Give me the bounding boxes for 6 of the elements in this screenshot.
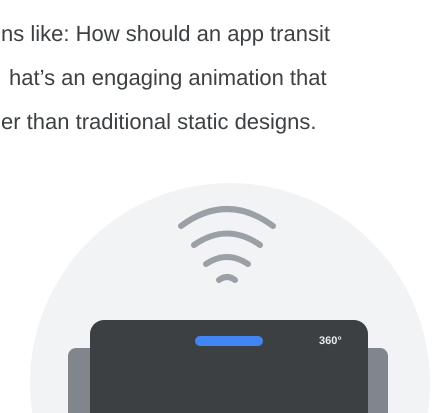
indicator-bar — [195, 336, 263, 346]
text-line: hat’s an engaging animation that — [8, 64, 327, 92]
text-line: ns like: How should an app transit — [0, 20, 330, 48]
wifi-icon — [178, 206, 276, 283]
text-line: er than traditional static designs. — [0, 108, 317, 136]
badge-label: 360° — [319, 335, 342, 347]
